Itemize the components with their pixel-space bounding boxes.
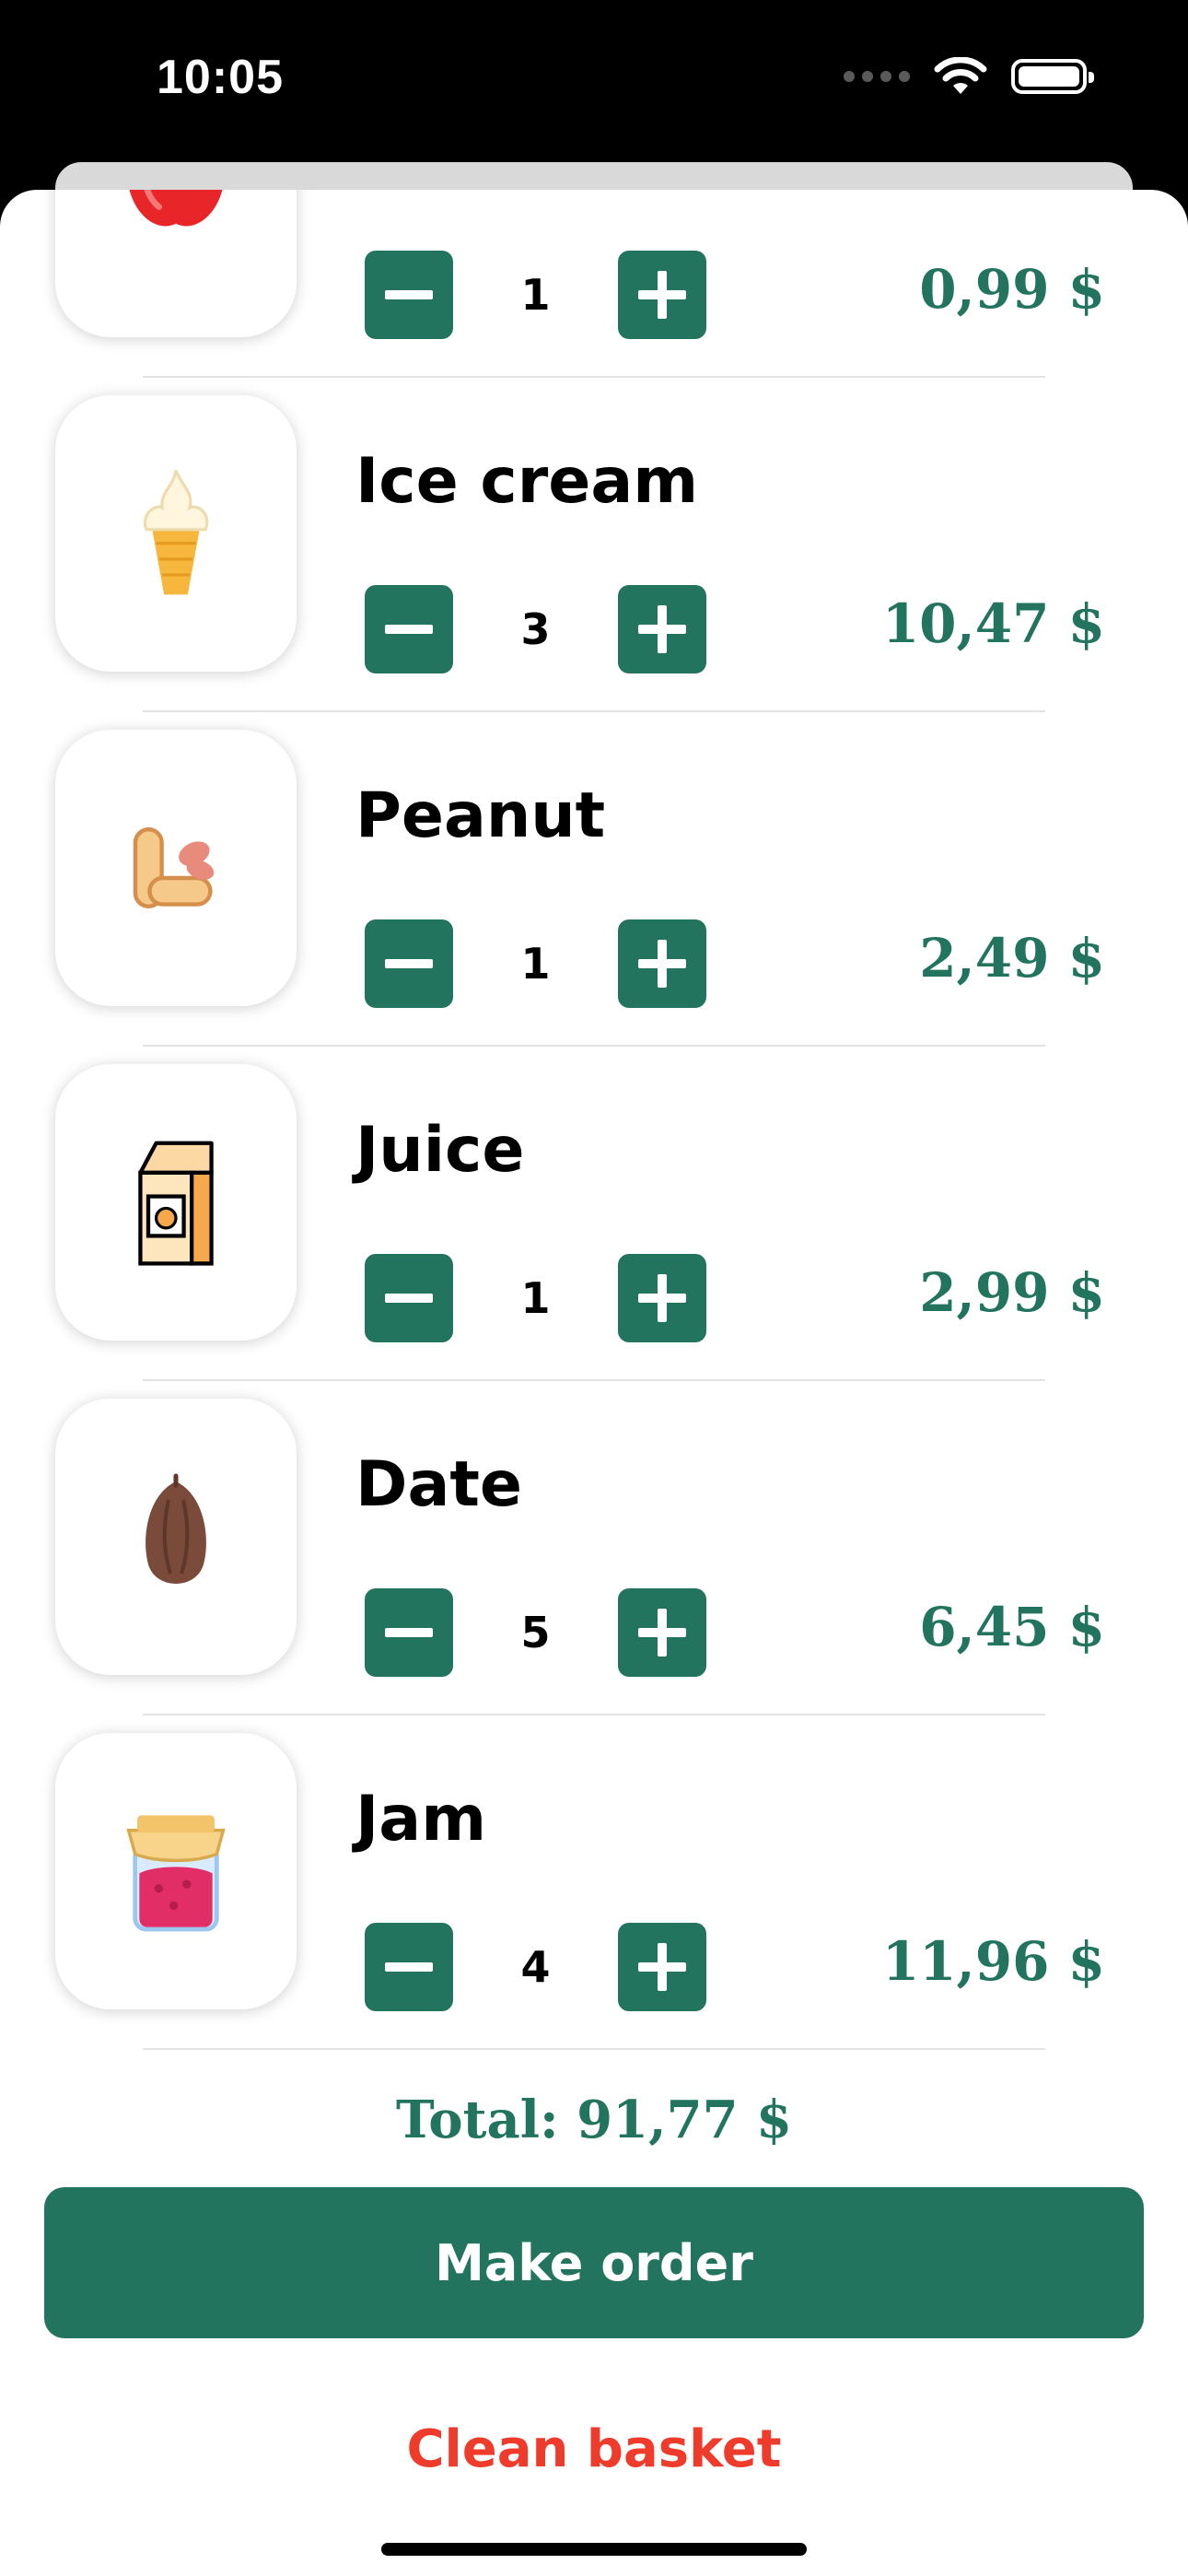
product-name: Date xyxy=(355,1448,522,1521)
product-price: 2,99 $ xyxy=(919,1261,1105,1324)
list-item: Date 5 6,45 $ xyxy=(0,1380,1188,1715)
product-name: Ice cream xyxy=(355,445,699,518)
quantity-value: 1 xyxy=(520,939,551,989)
product-image xyxy=(55,1064,297,1341)
status-time: 10:05 xyxy=(157,51,284,104)
increase-quantity-button[interactable] xyxy=(618,1254,706,1342)
list-item: Juice 1 2,99 $ xyxy=(0,1046,1188,1381)
quantity-value: 1 xyxy=(520,1273,551,1323)
product-price: 10,47 $ xyxy=(881,592,1105,655)
product-price: 2,49 $ xyxy=(919,927,1105,989)
list-item: 1 0,99 $ xyxy=(0,190,1188,378)
status-bar: 10:05 xyxy=(0,0,1188,184)
product-price: 0,99 $ xyxy=(919,258,1105,321)
status-icons xyxy=(844,57,1094,96)
product-image xyxy=(55,730,297,1006)
home-indicator[interactable] xyxy=(381,2543,807,2556)
total-label: Total: 91,77 $ xyxy=(395,2090,792,2150)
increase-quantity-button[interactable] xyxy=(618,1588,706,1677)
apple-icon xyxy=(129,190,223,227)
product-image xyxy=(55,190,297,337)
quantity-value: 4 xyxy=(520,1942,551,1992)
decrease-quantity-button[interactable] xyxy=(365,1588,453,1677)
decrease-quantity-button[interactable] xyxy=(365,585,453,673)
ice-cream-icon xyxy=(143,469,209,595)
date-fruit-icon xyxy=(146,1473,206,1584)
product-name: Juice xyxy=(355,1114,525,1187)
cellular-dots-icon xyxy=(844,71,910,82)
product-image xyxy=(55,395,297,672)
product-price: 11,96 $ xyxy=(881,1930,1105,1993)
increase-quantity-button[interactable] xyxy=(618,1923,706,2011)
list-item: Peanut 1 2,49 $ xyxy=(0,711,1188,1047)
basket-sheet: 1 0,99 $ Ice cream 3 10,47 $ Peanut 1 2,… xyxy=(0,190,1188,2576)
quantity-value: 5 xyxy=(520,1608,551,1657)
make-order-button[interactable]: Make order xyxy=(44,2187,1144,2338)
list-item: Jam 4 11,96 $ xyxy=(0,1715,1188,2050)
divider xyxy=(143,2048,1045,2050)
clean-basket-button[interactable]: Clean basket xyxy=(0,2419,1188,2479)
product-name: Jam xyxy=(355,1783,487,1856)
decrease-quantity-button[interactable] xyxy=(365,1254,453,1342)
product-image xyxy=(55,1733,297,2009)
quantity-value: 3 xyxy=(520,604,551,654)
decrease-quantity-button[interactable] xyxy=(365,919,453,1008)
increase-quantity-button[interactable] xyxy=(618,251,706,339)
peanut-icon xyxy=(133,827,215,908)
product-image xyxy=(55,1399,297,1675)
battery-icon xyxy=(1011,59,1094,94)
increase-quantity-button[interactable] xyxy=(618,585,706,673)
jam-jar-icon xyxy=(126,1815,226,1932)
quantity-value: 1 xyxy=(520,270,551,320)
increase-quantity-button[interactable] xyxy=(618,919,706,1008)
product-price: 6,45 $ xyxy=(919,1596,1105,1658)
decrease-quantity-button[interactable] xyxy=(365,251,453,339)
product-name: Peanut xyxy=(355,779,606,852)
wifi-icon xyxy=(934,57,987,94)
list-item: Ice cream 3 10,47 $ xyxy=(0,377,1188,712)
decrease-quantity-button[interactable] xyxy=(365,1923,453,2011)
juice-box-icon xyxy=(138,1141,214,1266)
